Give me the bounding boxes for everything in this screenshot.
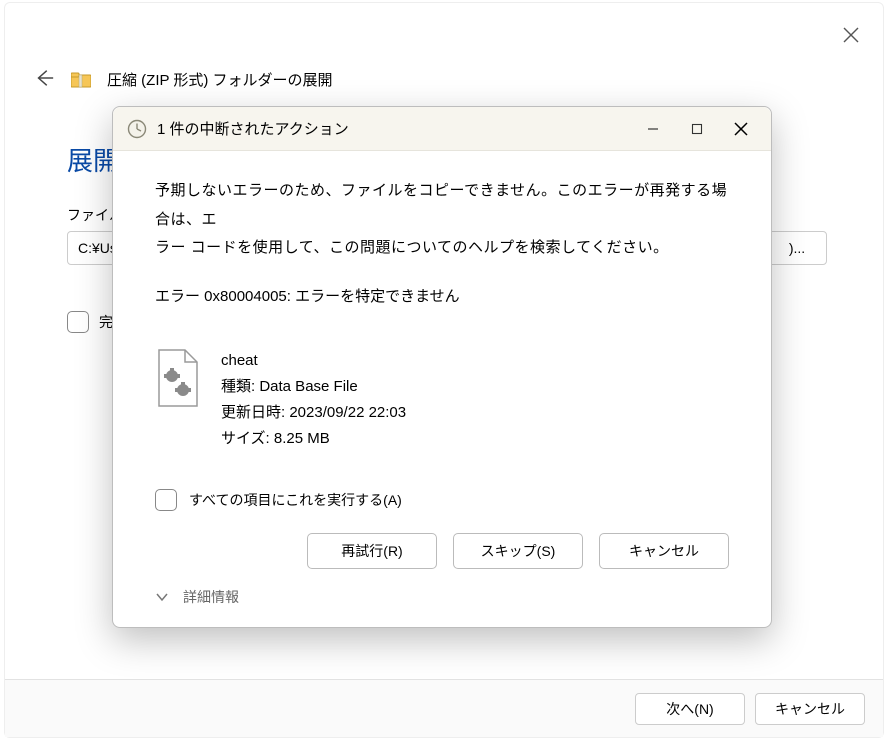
dialog-title: 1 件の中断されたアクション [157,118,631,139]
skip-button-label: スキップ(S) [481,541,556,561]
browse-button[interactable]: )... [767,231,827,265]
back-button[interactable] [33,67,55,92]
wizard-footer: 次へ(N) キャンセル [5,679,883,737]
error-dialog: 1 件の中断されたアクション 予期しないエラーのため、ファイルをコピーできません… [112,106,772,628]
file-name: cheat [221,348,406,374]
apply-all-label: すべての項目にこれを実行する(A) [189,490,402,510]
file-icon [155,348,201,408]
error-message-line2: ラー コードを使用して、この問題についてのヘルプを検索してください。 [155,239,669,256]
dialog-minimize-button[interactable] [631,114,675,144]
dialog-cancel-button-label: キャンセル [629,541,699,561]
dialog-titlebar: 1 件の中断されたアクション [113,107,771,151]
retry-button-label: 再試行(R) [341,541,402,561]
dialog-maximize-button[interactable] [675,114,719,144]
apply-all-checkbox[interactable] [155,489,177,511]
maximize-icon [691,123,703,135]
cancel-button[interactable]: キャンセル [755,693,865,725]
skip-button[interactable]: スキップ(S) [453,533,583,569]
close-icon [734,122,748,136]
file-type: 種類: Data Base File [221,374,406,400]
show-when-complete-label: 完 [99,312,113,332]
clock-icon [127,119,147,139]
file-details: cheat 種類: Data Base File 更新日時: 2023/09/2… [155,348,729,453]
zip-folder-icon [71,72,91,88]
wizard-title: 圧縮 (ZIP 形式) フォルダーの展開 [107,69,333,90]
minimize-icon [647,123,659,135]
error-message-line1: 予期しないエラーのため、ファイルをコピーできません。このエラーが再発する場合は、… [155,182,727,228]
arrow-left-icon [33,67,55,89]
retry-button[interactable]: 再試行(R) [307,533,437,569]
browse-button-label: )... [789,240,805,256]
dialog-close-button[interactable] [719,114,763,144]
details-toggle[interactable]: 詳細情報 [155,587,239,607]
error-message: 予期しないエラーのため、ファイルをコピーできません。このエラーが再発する場合は、… [155,177,729,263]
show-when-complete-checkbox[interactable] [67,311,89,333]
close-icon [843,27,859,43]
file-size: サイズ: 8.25 MB [221,426,406,452]
next-button-label: 次へ(N) [666,699,713,719]
details-label: 詳細情報 [183,587,239,607]
chevron-down-icon [155,590,169,604]
cancel-button-label: キャンセル [775,699,845,719]
next-button[interactable]: 次へ(N) [635,693,745,725]
outer-close-button[interactable] [843,27,859,46]
error-code: エラー 0x80004005: エラーを特定できません [155,285,729,306]
file-modified: 更新日時: 2023/09/22 22:03 [221,400,406,426]
dialog-cancel-button[interactable]: キャンセル [599,533,729,569]
